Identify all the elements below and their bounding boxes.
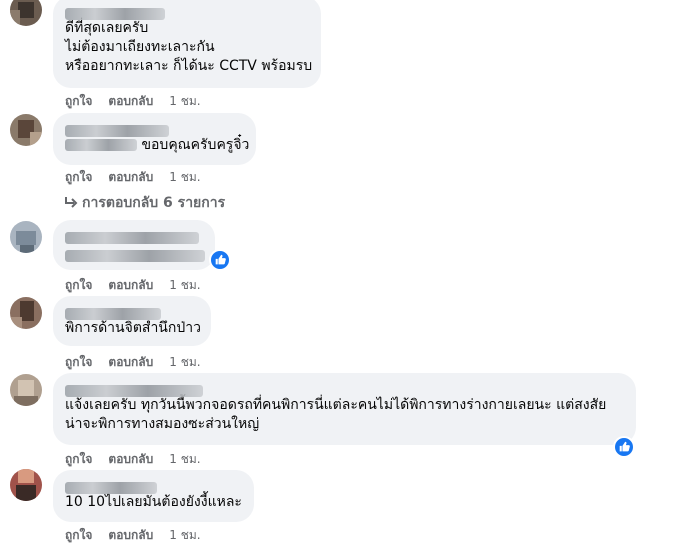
thumbs-up-icon[interactable]	[209, 249, 231, 271]
comment-text: น่าจะพิการทางสมองซะส่วนใหญ่	[65, 416, 260, 432]
view-replies-link[interactable]: การตอบกลับ 6 รายการ	[64, 192, 225, 214]
like-link[interactable]: ถูกใจ	[65, 94, 92, 108]
thumbs-up-icon[interactable]	[613, 436, 635, 458]
like-link[interactable]: ถูกใจ	[65, 452, 92, 466]
reply-arrow-icon	[65, 197, 78, 208]
like-link[interactable]: ถูกใจ	[65, 170, 92, 184]
author-name-blurred[interactable]	[65, 481, 157, 494]
avatar[interactable]	[10, 297, 42, 329]
comment-text: ดีที่สุดเลยครับ	[65, 20, 149, 36]
comment-text: แจ้งเลยครับ ทุกวันนี้พวกจอดรถที่คนพิการน…	[65, 397, 607, 413]
comment-bubble	[53, 220, 215, 270]
like-link[interactable]: ถูกใจ	[65, 355, 92, 369]
comment-text: พิการด้านจิตสำนึกป่าว	[65, 320, 201, 336]
comment-text-blurred	[65, 249, 205, 262]
comment-actions: ถูกใจ ตอบกลับ 1 ชม.	[65, 276, 217, 295]
reply-link[interactable]: ตอบกลับ	[108, 452, 153, 466]
avatar[interactable]	[10, 374, 42, 406]
timestamp[interactable]: 1 ชม.	[169, 355, 200, 369]
comment-bubble: แจ้งเลยครับ ทุกวันนี้พวกจอดรถที่คนพิการน…	[53, 373, 636, 445]
timestamp[interactable]: 1 ชม.	[169, 278, 200, 292]
comment-bubble: 10 10ไปเลยมันต้องยังงี้แหละ	[53, 470, 254, 522]
author-name-blurred[interactable]	[65, 124, 169, 137]
comment-bubble: พิการด้านจิตสำนึกป่าว	[53, 296, 211, 346]
comment-actions: ถูกใจ ตอบกลับ 1 ชม.	[65, 168, 217, 187]
timestamp[interactable]: 1 ชม.	[169, 528, 200, 542]
comment-actions: ถูกใจ ตอบกลับ 1 ชม.	[65, 92, 217, 111]
comment-actions: ถูกใจ ตอบกลับ 1 ชม.	[65, 450, 217, 469]
reply-link[interactable]: ตอบกลับ	[108, 355, 153, 369]
author-name-blurred[interactable]	[65, 384, 203, 397]
author-name-blurred[interactable]	[65, 7, 165, 20]
timestamp[interactable]: 1 ชม.	[169, 170, 200, 184]
avatar[interactable]	[10, 221, 42, 253]
author-name-blurred[interactable]	[65, 231, 199, 244]
like-link[interactable]: ถูกใจ	[65, 528, 92, 542]
replies-count-label: การตอบกลับ 6 รายการ	[82, 195, 226, 211]
reply-link[interactable]: ตอบกลับ	[108, 170, 153, 184]
comment-bubble: ขอบคุณครับครูจิ๋ว	[53, 113, 256, 165]
timestamp[interactable]: 1 ชม.	[169, 452, 200, 466]
reply-link[interactable]: ตอบกลับ	[108, 528, 153, 542]
comment-text: ขอบคุณครับครูจิ๋ว	[141, 137, 250, 153]
avatar[interactable]	[10, 114, 42, 146]
timestamp[interactable]: 1 ชม.	[169, 94, 200, 108]
author-name-blurred[interactable]	[65, 307, 161, 320]
reply-link[interactable]: ตอบกลับ	[108, 278, 153, 292]
like-link[interactable]: ถูกใจ	[65, 278, 92, 292]
mention-blurred[interactable]	[65, 139, 137, 151]
comment-actions: ถูกใจ ตอบกลับ 1 ชม.	[65, 353, 217, 372]
comment-bubble: ดีที่สุดเลยครับ ไม่ต้องมาเถียงทะเลาะกัน …	[53, 0, 321, 88]
comment-actions: ถูกใจ ตอบกลับ 1 ชม.	[65, 526, 217, 545]
comment-text: 10 10ไปเลยมันต้องยังงี้แหละ	[65, 494, 242, 510]
reply-link[interactable]: ตอบกลับ	[108, 94, 153, 108]
comment-text: ไม่ต้องมาเถียงทะเลาะกัน	[65, 39, 215, 55]
avatar[interactable]	[10, 469, 42, 501]
comment-text: หรืออยากทะเลาะ ก็ได้นะ CCTV พร้อมรบ	[65, 58, 313, 74]
avatar[interactable]	[10, 0, 42, 26]
